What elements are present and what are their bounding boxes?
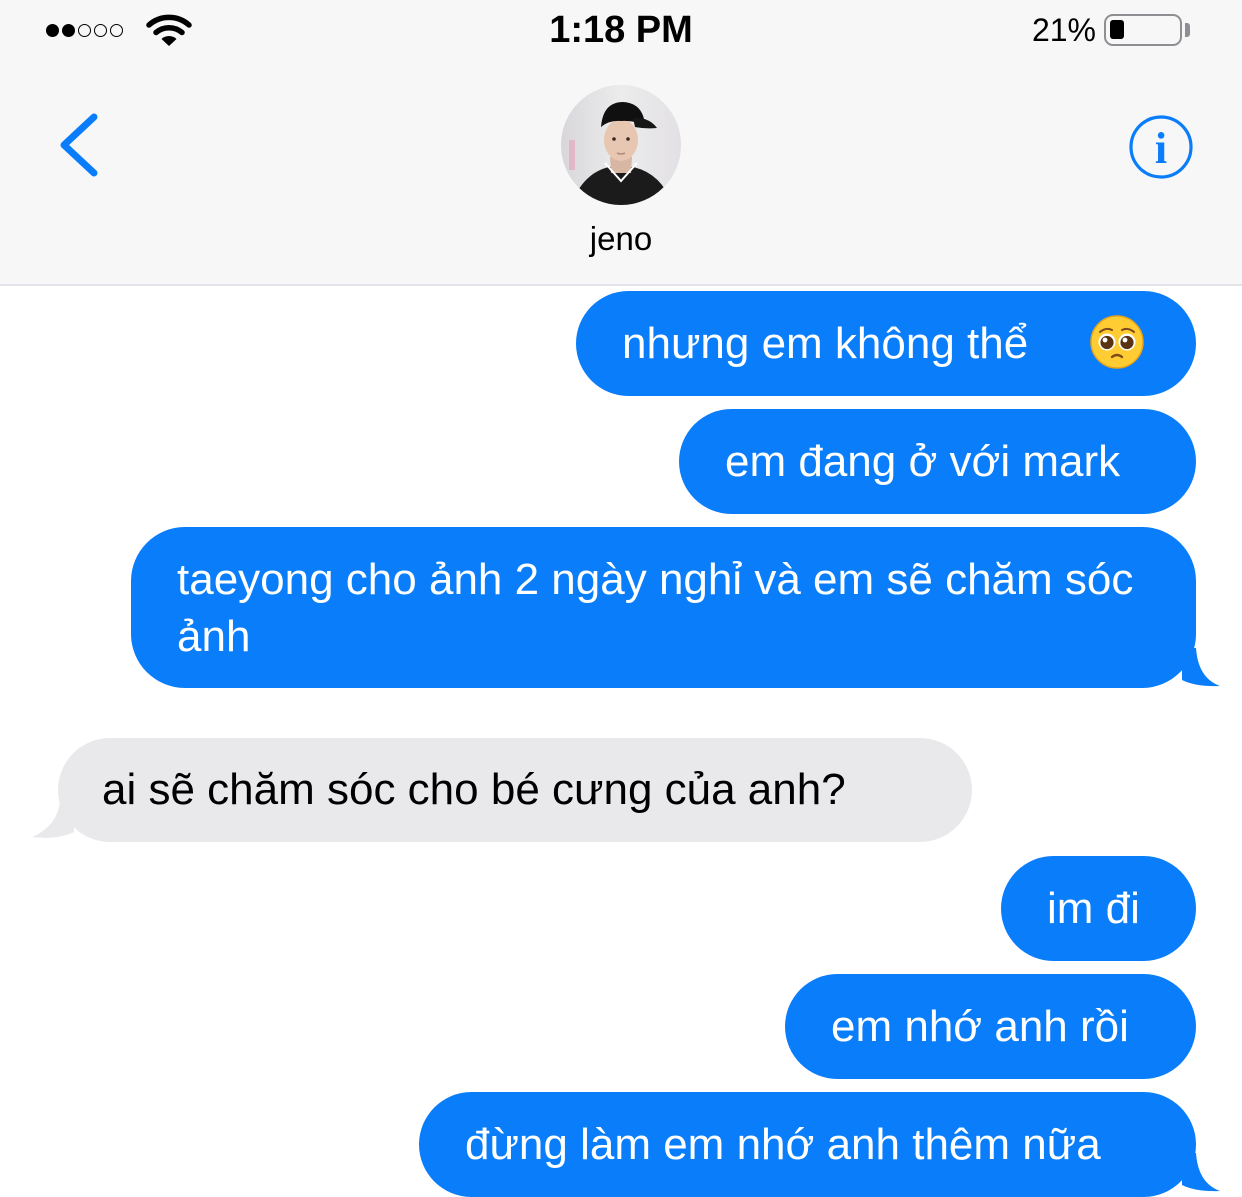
message-bubble-incoming[interactable]: ai sẽ chăm sóc cho bé cưng của anh?	[58, 738, 972, 842]
wifi-icon	[146, 14, 192, 46]
message-bubble-outgoing[interactable]: nhưng em không thể	[576, 291, 1196, 396]
message-bubble-outgoing[interactable]: em đang ở với mark	[679, 409, 1196, 514]
outgoing-bubble-tail	[1182, 648, 1220, 687]
contact-avatar[interactable]	[561, 85, 681, 205]
message-text: nhưng em không thể	[622, 319, 1029, 368]
signal-dot	[110, 24, 123, 37]
message-text: im đi	[1047, 884, 1140, 933]
message-text: em đang ở với mark	[725, 437, 1121, 486]
signal-dot	[94, 24, 107, 37]
message-text: em nhớ anh rồi	[831, 1002, 1129, 1051]
avatar-image	[561, 85, 681, 205]
message-bubble-outgoing[interactable]: taeyong cho ảnh 2 ngày nghỉ và em sẽ chă…	[131, 527, 1196, 688]
signal-dot	[62, 24, 75, 37]
message-text: taeyong cho ảnh 2 ngày nghỉ và em sẽ chă…	[177, 555, 1134, 661]
chevron-left-icon[interactable]	[52, 110, 112, 180]
message-text: đừng làm em nhớ anh thêm nữa	[465, 1120, 1101, 1169]
message-bubble-outgoing[interactable]: đừng làm em nhớ anh thêm nữa	[419, 1092, 1196, 1197]
outgoing-bubble-tail	[1182, 1153, 1220, 1192]
cellular-signal-icon	[46, 24, 123, 37]
message-bubble-outgoing[interactable]: em nhớ anh rồi	[785, 974, 1196, 1079]
info-icon[interactable]: i	[1128, 114, 1194, 180]
svg-text:i: i	[1155, 124, 1167, 173]
battery-level-fill	[1110, 20, 1124, 39]
battery-terminal	[1185, 23, 1190, 37]
status-bar: 1:18 PM 21%	[0, 0, 1242, 62]
battery-percentage: 21%	[1031, 12, 1096, 48]
message-bubble-outgoing[interactable]: im đi	[1001, 856, 1196, 961]
status-time: 1:18 PM	[549, 9, 693, 51]
conversation-header: jeno i	[0, 62, 1242, 286]
pleading-face-icon	[1090, 315, 1144, 369]
signal-dot	[78, 24, 91, 37]
battery-icon	[1104, 14, 1182, 46]
incoming-bubble-tail	[32, 800, 74, 838]
contact-name[interactable]: jeno	[590, 220, 652, 257]
message-text: ai sẽ chăm sóc cho bé cưng của anh?	[102, 765, 846, 814]
signal-dot	[46, 24, 59, 37]
